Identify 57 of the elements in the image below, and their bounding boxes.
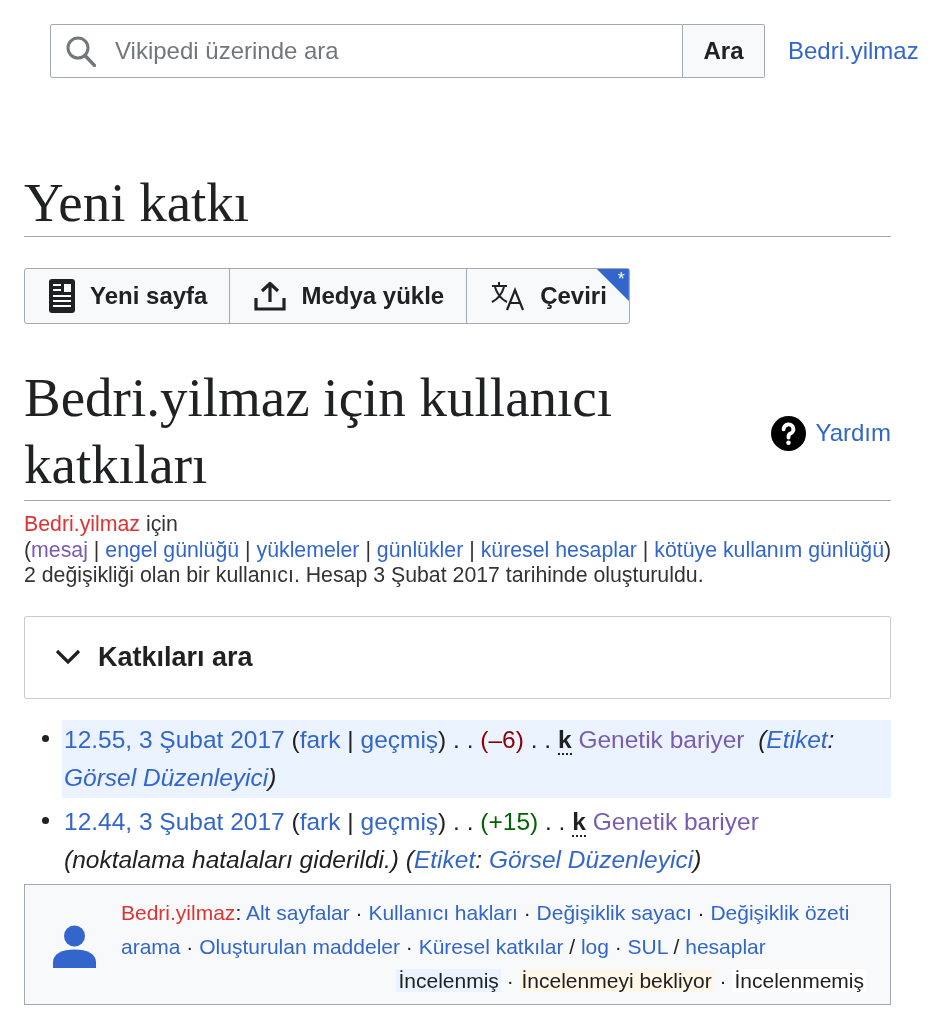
user-link[interactable]: Bedri.yilmaz bbox=[788, 33, 919, 69]
text-link[interactable]: Küresel katkılar bbox=[418, 934, 564, 958]
text-link[interactable]: fark bbox=[299, 725, 341, 753]
upload-button[interactable]: Medya yükle bbox=[229, 268, 468, 324]
text-link[interactable]: küresel hesaplar bbox=[480, 537, 637, 562]
translate-button[interactable]: Çeviri * bbox=[466, 268, 630, 324]
text-link[interactable]: Alt sayfalar bbox=[245, 900, 350, 924]
text-link[interactable]: Genetik bariyer bbox=[578, 725, 745, 753]
text-link[interactable]: yüklemeler bbox=[256, 537, 360, 562]
text-link[interactable]: 12.55, 3 Şubat 2017 bbox=[64, 725, 285, 753]
page-heading: Bedri.yilmaz için kullanıcı katkıları bbox=[24, 366, 614, 497]
text-link[interactable]: arama bbox=[121, 934, 181, 958]
text-link[interactable]: log bbox=[580, 934, 609, 958]
text-link[interactable]: Etiket bbox=[766, 725, 828, 753]
text-link[interactable]: fark bbox=[299, 807, 341, 835]
text-link[interactable]: geçmiş bbox=[360, 807, 439, 835]
contributor-line: Bedri.yilmaz için bbox=[24, 512, 178, 538]
text-link[interactable]: geçmiş bbox=[360, 725, 439, 753]
bullet-icon bbox=[42, 735, 49, 742]
help-icon bbox=[771, 415, 807, 451]
text-link[interactable]: Bedri.yilmaz bbox=[24, 512, 140, 536]
review-status-label: İncelenmiş bbox=[396, 968, 501, 992]
search-icon bbox=[66, 36, 96, 67]
upload-icon bbox=[254, 281, 287, 311]
text-link[interactable]: Genetik bariyer bbox=[592, 807, 759, 835]
search-button[interactable]: Ara bbox=[683, 24, 765, 78]
user-links-line: (mesaj | engel günlüğü | yüklemeler | günlükler | küresel hesaplar | kötüye kullanım günlüğü) bbox=[24, 537, 892, 563]
article-icon bbox=[49, 279, 75, 313]
text-link[interactable]: Bedri.yilmaz bbox=[121, 900, 236, 924]
collapsible-header[interactable]: Katkıları ara bbox=[24, 615, 891, 699]
translate-icon bbox=[491, 281, 526, 311]
help-link[interactable]: Yardım bbox=[771, 415, 891, 451]
user-tools-line: Bedri.yilmaz: Alt sayfalar · Kullanıcı hakları · Değişiklik sayacı · Değişiklik özeti bbox=[121, 899, 850, 926]
search-field[interactable]: Vikipedi üzerinde ara bbox=[50, 24, 683, 78]
user-icon bbox=[53, 925, 96, 968]
new-page-button[interactable]: Yeni sayfa bbox=[24, 268, 231, 324]
text-link[interactable]: Değişiklik sayacı bbox=[536, 900, 692, 924]
bullet-icon bbox=[42, 817, 49, 824]
user-tools-line: arama · Oluşturulan maddeler · Küresel katkılar / log · SUL / hesaplar bbox=[121, 933, 766, 960]
text-link[interactable]: SUL bbox=[627, 934, 668, 958]
page-title: Yeni katkı bbox=[24, 173, 250, 233]
contribution-entry: 12.44, 3 Şubat 2017 (fark | geçmiş) . . (+15) . . k Genetik bariyer (noktalama hatalaları giderildi.) (Etiket: Görsel Düzenleyici) bbox=[63, 806, 760, 875]
chevron-down-icon bbox=[55, 649, 81, 665]
review-status-label: İncelenmemiş bbox=[732, 968, 866, 992]
text-link[interactable]: mesaj bbox=[31, 537, 88, 562]
text-link[interactable]: hesaplar bbox=[685, 934, 766, 958]
text-link[interactable]: günlükler bbox=[376, 537, 464, 562]
contribution-entry: 12.55, 3 Şubat 2017 (fark | geçmiş) . . (–6) . . k Genetik bariyer (Etiket: Görsel Düzenleyici) bbox=[62, 719, 891, 798]
text-link[interactable]: 12.44, 3 Şubat 2017 bbox=[64, 807, 285, 835]
text-link[interactable]: kötüye kullanım günlüğü bbox=[654, 537, 884, 562]
review-status-label: İncelenmeyi bekliyor bbox=[519, 968, 714, 992]
text-link[interactable]: Oluşturulan maddeler bbox=[199, 934, 400, 958]
account-info-text: 2 değişikliği olan bir kullanıcı. Hesap 3 Şubat 2017 tarihinde oluşturuldu. bbox=[24, 563, 704, 589]
review-legend: İncelenmiş · İncelenmeyi bekliyor · İncelenmemiş bbox=[396, 963, 866, 998]
text-link[interactable]: Değişiklik özeti bbox=[710, 900, 850, 924]
text-link[interactable]: engel günlüğü bbox=[105, 537, 240, 562]
text-link[interactable]: Kullanıcı hakları bbox=[368, 900, 518, 924]
